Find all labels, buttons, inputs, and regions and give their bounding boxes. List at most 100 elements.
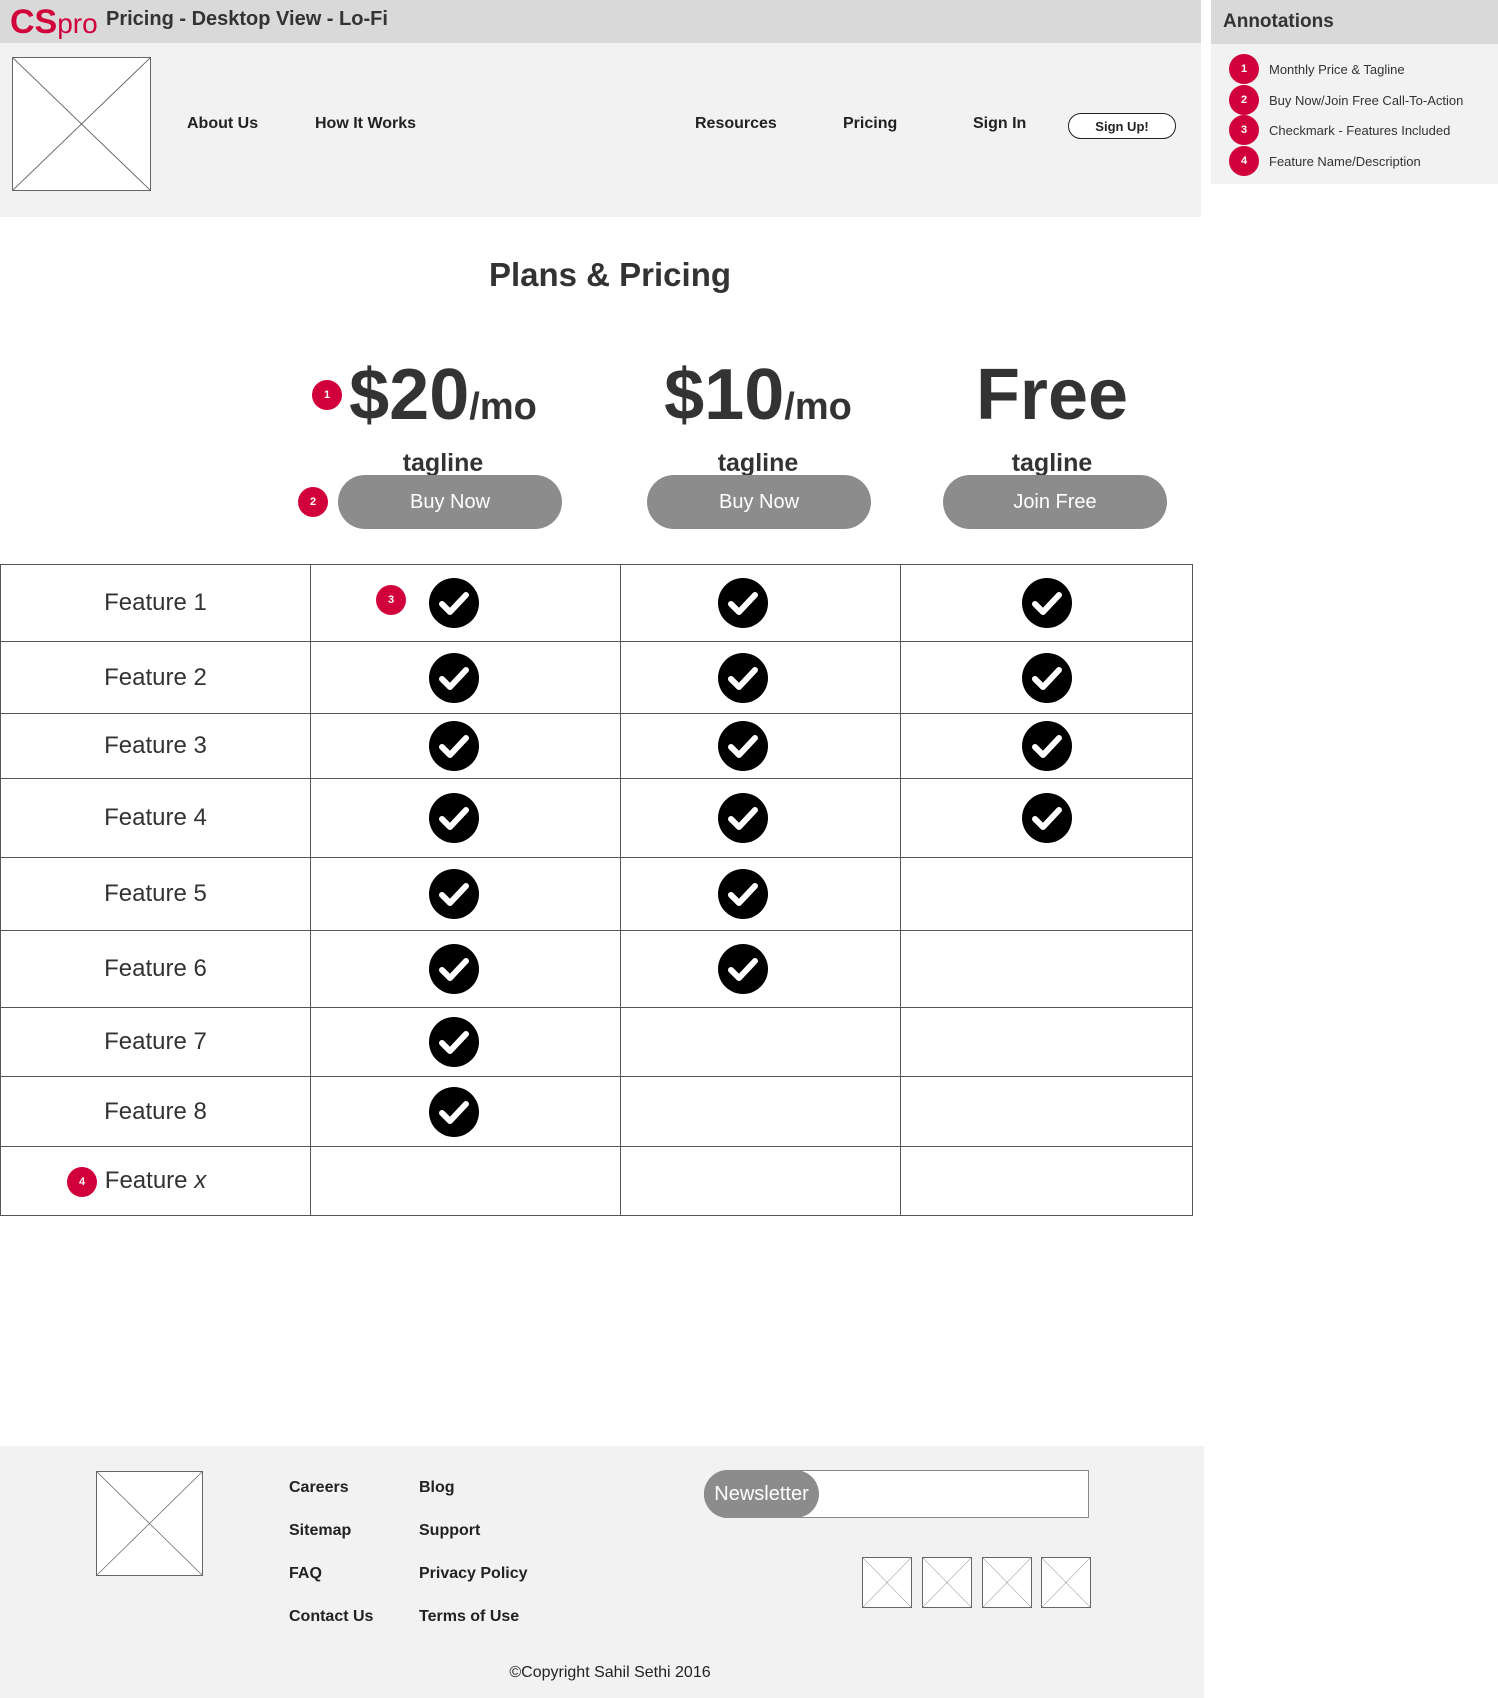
plan-price: $10/mo — [664, 355, 852, 435]
feature-check-cell — [620, 778, 901, 858]
checkmark-icon — [1021, 721, 1072, 771]
feature-comparison-table: Feature 1 Feature 2 Feature 3 Feature 4 Feat… — [0, 564, 1193, 1216]
table-row: Feature 4 — [0, 778, 1193, 858]
feature-check-cell — [900, 641, 1193, 714]
checkmark-icon — [717, 793, 768, 843]
feature-check-cell — [620, 930, 901, 1008]
annotations-header: Annotations — [1211, 0, 1498, 44]
footer-link-contact-us[interactable]: Contact Us — [289, 1608, 373, 1626]
feature-check-cell — [620, 1076, 901, 1147]
checkmark-icon — [717, 944, 768, 994]
annotation-text: Monthly Price & Tagline — [1269, 61, 1405, 77]
annotation-item: 2 Buy Now/Join Free Call-To-Action — [1229, 85, 1463, 115]
sign-up-button[interactable]: Sign Up! — [1068, 113, 1176, 139]
annotation-badge-1: 1 — [1229, 54, 1259, 84]
footer-link-faq[interactable]: FAQ — [289, 1565, 322, 1583]
logo-placeholder-image[interactable] — [12, 57, 151, 191]
annotation-item: 3 Checkmark - Features Included — [1229, 115, 1450, 145]
plan-standard: $10/mo tagline — [608, 355, 908, 478]
table-row: Feature 6 — [0, 930, 1193, 1008]
brand-logo: CSpro — [10, 3, 98, 41]
social-icon-placeholder[interactable] — [862, 1557, 912, 1608]
annotations-panel: Annotations 1 Monthly Price & Tagline 2 … — [1211, 0, 1498, 184]
checkmark-icon — [428, 944, 479, 994]
plan-tagline: tagline — [1011, 449, 1093, 477]
annotation-badge-3: 3 — [1229, 115, 1259, 145]
buy-now-button-premium[interactable]: Buy Now — [338, 475, 562, 529]
checkmark-icon — [428, 869, 479, 919]
feature-check-cell — [900, 1146, 1193, 1216]
feature-name-cell: Feature 6 — [0, 930, 311, 1008]
nav-about-us[interactable]: About Us — [187, 115, 258, 133]
checkmark-icon — [1021, 652, 1072, 703]
page-title: Pricing - Desktop View - Lo-Fi — [106, 8, 388, 30]
plan-price: Free — [975, 355, 1129, 435]
table-row: Feature x — [0, 1146, 1193, 1216]
feature-check-cell — [900, 778, 1193, 858]
nav-how-it-works[interactable]: How It Works — [315, 115, 416, 133]
annotation-text: Feature Name/Description — [1269, 153, 1421, 169]
feature-check-cell — [620, 1146, 901, 1216]
feature-name: Feature 4 — [104, 804, 207, 831]
nav-sign-in[interactable]: Sign In — [973, 115, 1026, 133]
feature-name: Feature 1 — [104, 589, 207, 616]
plan-premium: $20/mo tagline — [293, 355, 593, 478]
annotation-item: 1 Monthly Price & Tagline — [1229, 54, 1405, 84]
feature-check-cell — [310, 778, 621, 858]
checkmark-icon — [717, 869, 768, 919]
footer-link-careers[interactable]: Careers — [289, 1479, 349, 1497]
feature-check-cell — [310, 1076, 621, 1147]
feature-name: Feature x — [104, 1167, 207, 1194]
social-icon-placeholder[interactable] — [982, 1557, 1032, 1608]
checkmark-icon — [428, 652, 479, 703]
checkmark-icon — [717, 578, 768, 628]
footer-link-support[interactable]: Support — [419, 1522, 480, 1540]
social-icon-placeholder[interactable] — [1041, 1557, 1091, 1608]
footer-link-blog[interactable]: Blog — [419, 1479, 455, 1497]
annotation-badge-2: 2 — [1229, 85, 1259, 115]
feature-name-cell: Feature x — [0, 1146, 311, 1216]
nav-resources[interactable]: Resources — [695, 115, 777, 133]
site-header: About Us How It Works Resources Pricing … — [0, 43, 1201, 217]
feature-name: Feature 7 — [104, 1028, 207, 1055]
feature-name: Feature 5 — [104, 880, 207, 907]
feature-check-cell — [310, 564, 621, 642]
footer-link-sitemap[interactable]: Sitemap — [289, 1522, 351, 1540]
table-row: Feature 8 — [0, 1076, 1193, 1147]
feature-name-cell: Feature 8 — [0, 1076, 311, 1147]
footer-logo-placeholder-image[interactable] — [96, 1471, 203, 1576]
footer-link-privacy-policy[interactable]: Privacy Policy — [419, 1565, 528, 1583]
annotation-text: Checkmark - Features Included — [1269, 122, 1451, 138]
checkmark-icon — [428, 721, 479, 771]
feature-name-cell: Feature 3 — [0, 713, 311, 779]
buy-now-button-standard[interactable]: Buy Now — [647, 475, 871, 529]
join-free-button[interactable]: Join Free — [943, 475, 1167, 529]
social-icon-placeholder[interactable] — [922, 1557, 972, 1608]
feature-check-cell — [900, 564, 1193, 642]
feature-name-cell: Feature 1 — [0, 564, 311, 642]
feature-check-cell — [900, 1076, 1193, 1147]
feature-check-cell — [310, 641, 621, 714]
feature-name: Feature 8 — [104, 1097, 207, 1125]
plan-price: $20/mo — [349, 355, 537, 435]
feature-check-cell — [620, 641, 901, 714]
checkmark-icon — [717, 652, 768, 703]
table-row: Feature 1 — [0, 564, 1193, 642]
newsletter-button[interactable]: Newsletter — [704, 1470, 819, 1518]
annotation-badge-4: 4 — [1229, 146, 1259, 176]
feature-check-cell — [900, 857, 1193, 931]
nav-pricing[interactable]: Pricing — [843, 115, 897, 133]
feature-name: Feature 2 — [104, 663, 207, 691]
table-row: Feature 5 — [0, 857, 1193, 931]
plan-tagline: tagline — [402, 449, 484, 477]
feature-check-cell — [620, 564, 901, 642]
footer-link-terms-of-use[interactable]: Terms of Use — [419, 1608, 519, 1626]
checkmark-icon — [428, 578, 479, 628]
annotations-title: Annotations — [1223, 11, 1334, 32]
feature-check-cell — [310, 713, 621, 779]
feature-check-cell — [620, 857, 901, 931]
annotation-badge-3: 3 — [376, 585, 406, 615]
table-row: Feature 3 — [0, 713, 1193, 779]
title-bar: CSpro Pricing - Desktop View - Lo-Fi — [0, 0, 1201, 43]
feature-name-cell: Feature 5 — [0, 857, 311, 931]
